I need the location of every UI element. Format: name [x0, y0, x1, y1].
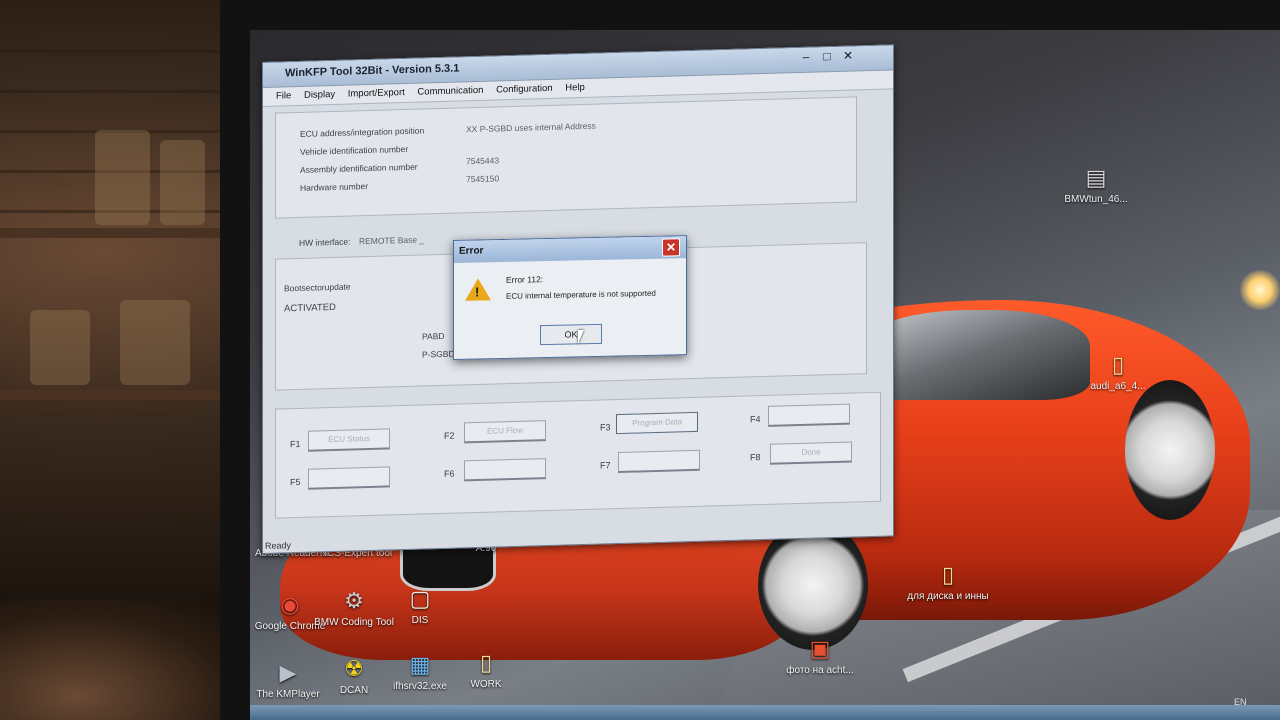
psgbd-label: P-SGBD [422, 348, 455, 360]
chrome-icon: ◉ [280, 592, 300, 617]
desktop-icon-photo[interactable]: ▣ фото на acht... [778, 636, 862, 676]
ecu-address-value: XX P-SGBD uses internal Address [466, 120, 596, 135]
assembly-number-label: Assembly identification number [300, 161, 418, 175]
image-icon: ▣ [809, 636, 831, 661]
brick-row [0, 100, 230, 133]
f5-button[interactable] [308, 466, 390, 490]
assembly-number-value: 7545443 [466, 155, 500, 167]
menu-import-export[interactable]: Import/Export [343, 84, 410, 103]
jar [120, 300, 190, 385]
ok-button[interactable]: OK [540, 323, 602, 346]
mouse-cursor [578, 330, 584, 344]
jar [95, 130, 150, 225]
hardware-number-value: 7545150 [466, 173, 500, 185]
desktop-icon-disk-folder[interactable]: ▯ для диска и инны [906, 562, 990, 602]
menu-help[interactable]: Help [560, 79, 590, 97]
dialog-close-button[interactable]: ✕ [662, 238, 680, 257]
document-icon: ▤ [1085, 165, 1107, 190]
taskbar[interactable] [250, 705, 1280, 720]
desktop-icon-work[interactable]: ▯ WORK [444, 650, 528, 690]
desktop-icon-audi-a6[interactable]: ▯ audi_a6_4... [1076, 352, 1160, 392]
f3-button[interactable]: Program Data [616, 411, 698, 435]
folder-icon: ▯ [941, 562, 955, 587]
fkey-label: F3 [600, 422, 611, 433]
f2-button[interactable]: ECU Flow [464, 420, 546, 444]
menu-communication[interactable]: Communication [412, 82, 488, 101]
fkey-label: F6 [444, 468, 455, 479]
player-icon: ▶ [279, 660, 297, 685]
folder-icon: ▯ [479, 650, 493, 675]
f4-button[interactable] [768, 403, 850, 427]
minimize-button[interactable]: – [797, 50, 815, 65]
shelf [0, 228, 225, 238]
desktop-icon-label: BMWtun_46... [1064, 194, 1128, 205]
maximize-button[interactable]: □ [818, 49, 836, 64]
desktop-icon-label: The KMPlayer [256, 689, 320, 700]
f7-button[interactable] [618, 449, 700, 474]
warning-icon-mark: ! [475, 284, 480, 300]
hw-interface-label: HW interface: [299, 236, 351, 248]
fkey-label: F8 [750, 452, 761, 463]
hw-interface-value: REMOTE Base _ [359, 234, 425, 247]
f6-button[interactable] [464, 458, 546, 482]
language-indicator[interactable]: EN [1234, 697, 1247, 707]
f1-button[interactable]: ECU Status [308, 428, 390, 452]
jar [160, 140, 205, 225]
error-dialog[interactable]: Error ✕ ! Error 112: ECU internal temper… [453, 235, 687, 360]
brick-row [0, 20, 230, 53]
vin-label: Vehicle identification number [300, 143, 409, 157]
fkey-label: F4 [750, 414, 761, 425]
shelf [0, 390, 225, 400]
brick-row [0, 60, 230, 93]
desktop-icon-label: audi_a6_4... [1090, 381, 1146, 392]
sunlight [1240, 270, 1280, 310]
radiation-icon: ☢ [344, 656, 364, 681]
jar [30, 310, 90, 385]
bootsector-label: Bootsectorupdate [284, 281, 351, 294]
gear-icon: ⚙ [344, 588, 364, 613]
car-wheel [1125, 380, 1215, 520]
fkey-label: F1 [290, 438, 301, 450]
ecu-info-panel: ECU address/integration position XX P-SG… [275, 96, 857, 219]
menu-display[interactable]: Display [299, 86, 340, 104]
dis-icon: ▢ [409, 586, 431, 611]
bootsector-status: ACTIVATED [284, 301, 336, 315]
fkey-label: F2 [444, 430, 455, 441]
function-keys-panel: F1 ECU Status F2 ECU Flow F3 Program Dat… [275, 391, 881, 519]
error-message: ECU internal temperature is not supporte… [506, 288, 656, 301]
desktop-icon-label: ifhsrv32.exe [393, 681, 447, 692]
desktop-icon-dis[interactable]: ▢ DIS [378, 586, 462, 626]
menu-configuration[interactable]: Configuration [491, 80, 558, 99]
dialog-titlebar[interactable]: Error ✕ [454, 236, 686, 263]
exe-icon: ▦ [409, 652, 431, 677]
error-code: Error 112: [506, 274, 544, 285]
desktop-icon-label: для диска и инны [907, 591, 989, 602]
desktop-icon-label: WORK [470, 679, 502, 690]
pabd-label: PABD [422, 330, 445, 342]
fkey-label: F7 [600, 460, 611, 471]
ecu-address-label: ECU address/integration position [300, 125, 425, 139]
desktop-icon-label: DIS [411, 615, 429, 626]
folder-icon: ▯ [1111, 352, 1125, 377]
desktop-icon-label: DCAN [339, 685, 369, 696]
dialog-title: Error [459, 245, 484, 257]
close-button[interactable]: ✕ [839, 48, 857, 63]
desktop-icon-label: фото на acht... [786, 665, 854, 676]
status-bar: Ready [265, 540, 292, 551]
menu-file[interactable]: File [271, 87, 296, 105]
fkey-label: F5 [290, 476, 301, 488]
hardware-number-label: Hardware number [300, 181, 369, 193]
desktop-icon-bmwtun[interactable]: ▤ BMWtun_46... [1054, 165, 1138, 205]
f8-button[interactable]: Done [770, 441, 852, 465]
window-title: WinKFP Tool 32Bit - Version 5.3.1 [285, 62, 460, 80]
